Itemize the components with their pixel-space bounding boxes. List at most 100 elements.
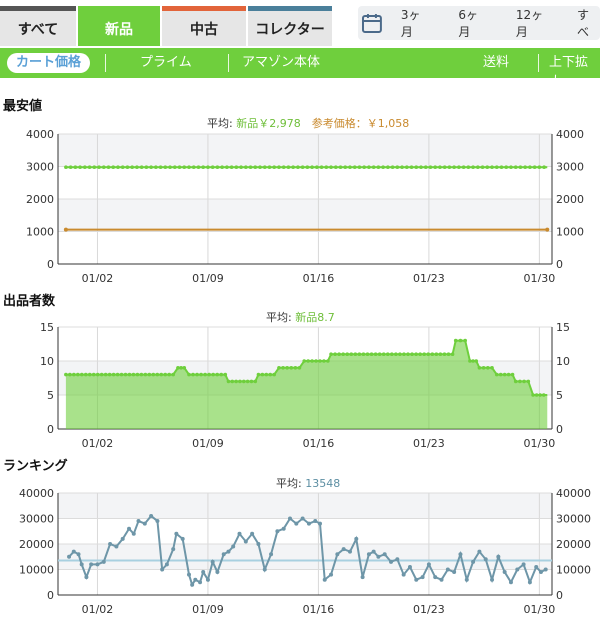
y-tick-label-left: 10000 bbox=[19, 564, 54, 577]
data-point bbox=[226, 379, 231, 384]
y-tick-label-right: 10 bbox=[556, 355, 570, 368]
data-point bbox=[101, 559, 106, 564]
data-point bbox=[68, 165, 73, 170]
data-point bbox=[144, 165, 149, 170]
data-point bbox=[381, 352, 386, 356]
data-point bbox=[190, 582, 195, 587]
data-point bbox=[498, 372, 503, 377]
range-3m[interactable]: 3ヶ月 bbox=[401, 6, 432, 40]
data-point bbox=[537, 165, 542, 170]
data-point bbox=[250, 531, 255, 536]
cart-price-button[interactable]: カート価格 bbox=[7, 53, 91, 73]
y-tick-label-left: 0 bbox=[47, 589, 54, 602]
range-all[interactable]: すべ bbox=[577, 6, 600, 40]
x-tick-label: 01/30 bbox=[524, 272, 556, 282]
data-point bbox=[450, 352, 455, 356]
data-point bbox=[310, 165, 314, 170]
data-point bbox=[182, 165, 187, 170]
data-point bbox=[106, 165, 111, 170]
data-point bbox=[79, 562, 84, 567]
data-point bbox=[186, 572, 191, 577]
data-point bbox=[73, 165, 78, 170]
data-point bbox=[174, 531, 179, 536]
data-point bbox=[281, 366, 285, 370]
data-point bbox=[400, 165, 404, 170]
tab-new[interactable]: 新品 bbox=[78, 6, 160, 46]
range-12m[interactable]: 12ヶ月 bbox=[516, 6, 555, 40]
tab-all[interactable]: すべて bbox=[0, 6, 76, 46]
data-point bbox=[241, 379, 246, 384]
plot-band bbox=[58, 231, 552, 264]
data-point bbox=[538, 570, 543, 575]
data-point bbox=[433, 165, 438, 170]
data-point bbox=[343, 165, 348, 170]
data-point bbox=[490, 366, 494, 370]
data-point bbox=[87, 165, 92, 170]
data-point bbox=[269, 552, 274, 557]
data-point bbox=[107, 372, 112, 377]
data-point bbox=[119, 372, 124, 377]
data-point bbox=[221, 552, 226, 557]
data-point bbox=[275, 529, 280, 534]
data-point bbox=[438, 352, 443, 356]
data-point bbox=[223, 372, 228, 377]
data-point bbox=[206, 165, 210, 170]
plot-band bbox=[58, 199, 552, 232]
data-point bbox=[143, 372, 148, 377]
data-point bbox=[238, 379, 242, 384]
data-point bbox=[322, 359, 326, 363]
data-point bbox=[187, 165, 191, 170]
data-point bbox=[136, 519, 141, 524]
data-point bbox=[286, 165, 291, 170]
data-point bbox=[502, 372, 507, 377]
data-point bbox=[319, 165, 324, 170]
y-tick-label-left: 0 bbox=[47, 423, 54, 436]
data-point bbox=[210, 559, 215, 564]
data-point bbox=[477, 549, 482, 554]
tab-used[interactable]: 中古 bbox=[162, 6, 246, 46]
data-point bbox=[258, 165, 262, 170]
data-point bbox=[513, 379, 518, 384]
calendar-icon[interactable] bbox=[361, 12, 383, 34]
data-point bbox=[471, 559, 476, 564]
data-point bbox=[67, 554, 72, 559]
data-point bbox=[538, 393, 542, 397]
data-point bbox=[294, 521, 299, 526]
data-point bbox=[409, 165, 414, 170]
data-point bbox=[474, 359, 479, 363]
data-point bbox=[490, 165, 494, 170]
data-point bbox=[317, 521, 322, 526]
range-6m[interactable]: 6ヶ月 bbox=[458, 6, 489, 40]
data-point bbox=[428, 165, 433, 170]
data-point bbox=[407, 564, 412, 569]
data-point bbox=[329, 165, 333, 170]
data-point bbox=[191, 165, 196, 170]
shipping-button[interactable]: 送料 bbox=[483, 53, 509, 73]
data-point bbox=[442, 352, 447, 356]
data-point bbox=[293, 366, 298, 370]
zoom-button[interactable]: 上下拡大 bbox=[549, 53, 600, 90]
data-point bbox=[419, 165, 423, 170]
data-point bbox=[371, 549, 376, 554]
data-point bbox=[191, 372, 195, 377]
data-point bbox=[281, 526, 286, 531]
data-point bbox=[207, 372, 211, 377]
prime-button[interactable]: プライム bbox=[140, 53, 192, 73]
data-point bbox=[130, 165, 134, 170]
data-point bbox=[502, 570, 507, 575]
y-tick-label-left: 20000 bbox=[19, 538, 54, 551]
data-point bbox=[95, 372, 100, 377]
data-point bbox=[225, 165, 229, 170]
data-point bbox=[111, 372, 116, 377]
data-point bbox=[101, 165, 106, 170]
data-point bbox=[480, 165, 485, 170]
data-point bbox=[490, 577, 495, 582]
data-point bbox=[476, 165, 480, 170]
data-point bbox=[142, 521, 147, 526]
x-tick-label: 01/23 bbox=[413, 437, 445, 450]
amazon-button[interactable]: アマゾン本体 bbox=[242, 53, 320, 73]
data-point bbox=[306, 521, 311, 526]
data-point bbox=[120, 165, 125, 170]
data-point bbox=[248, 165, 253, 170]
tab-collector[interactable]: コレクター bbox=[248, 6, 332, 46]
